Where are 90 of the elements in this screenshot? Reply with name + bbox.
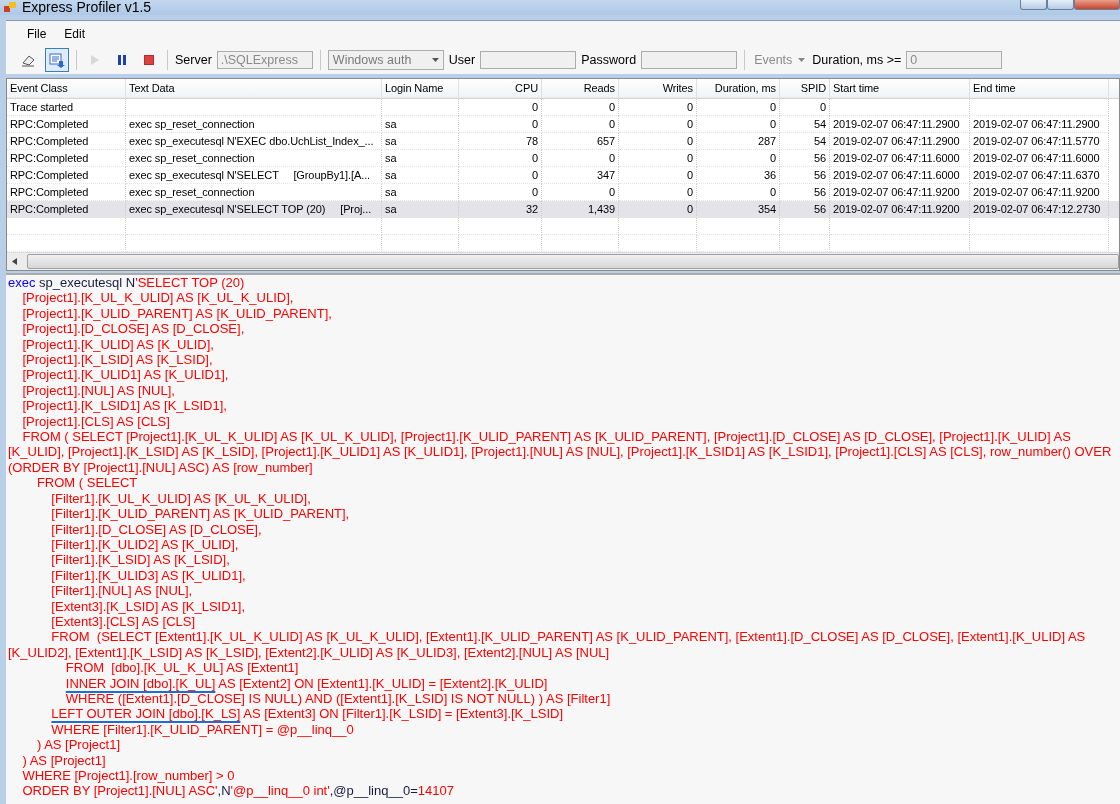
table-cell: 32 (525, 203, 538, 215)
table-cell: 2019-02-07 06:47:11.2900 (833, 135, 960, 147)
column-header[interactable]: Event Class (7, 79, 126, 98)
window-title: Express Profiler v1.5 (22, 0, 152, 15)
column-header[interactable]: SPID (780, 79, 830, 98)
column-header[interactable]: Duration, ms (697, 79, 780, 98)
table-cell: 0 (686, 169, 693, 181)
table-cell: 54 (813, 135, 826, 147)
column-header[interactable]: End time (970, 79, 1109, 98)
sql-code-text: exec sp_executesql N'SELECT TOP (20) [Project1].[K_UL_K_ULID] AS [K_UL_K_ULID], [Project1].[K_ULID_PARENT] AS [K_ULID_PARENT], [Project1].[D_CLOSE] AS [D_CLOSE], [Project1].[K_ULID] AS [K_ULID], [Project1].[K_LSID] AS [K_LSID], [Project1].[K_ULID1] AS [K_ULID1], [Project1].[NUL] AS [NUL], [Project1].[K_LSID1] AS [K_LSID1], [Project1].[CLS] AS [CLS] FROM ( SELECT [Project1].[K_UL_K_ULID] AS [K_UL_K_ULID], [Project1].[K_ULID_PARENT] AS [K_ULID_PARENT], [Project1].[D_CLOSE] AS [D_CLOSE], [Project1].[K_ULID] AS [K_ULID], [Project1].[K_LSID] AS [K_LSID], [Project1].[K_ULID1] AS [K_ULID1], [Project1].[NUL] AS [NUL], [Project1].[K_LSID1] AS [K_LSID1], [Project1].[CLS] AS [CLS], row_number() OVER (ORDER BY [Project1].[NUL] ASC) AS [row_number] FROM ( SELECT [Filter1].[K_UL_K_ULID] AS [K_UL_K_ULID], [Filter1].[K_ULID_PARENT] AS [K_ULID_PARENT], [Filter1].[D_CLOSE] AS [D_CLOSE], [Filter1].[K_ULID2] AS [K_ULID], [Filter1].[K_LSID] AS [K_LSID], [Filter1].[K_ULID3] AS [K_ULID1], [Filter1].[NUL] AS [NUL], [Extent3].[K_LSID] AS [K_LSID1], [Extent3].[CLS] AS [CLS] FROM (SELECT [Extent1].[K_UL_K_ULID] AS [K_UL_K_ULID], [Extent1].[K_ULID_PARENT] AS [K_ULID_PARENT], [Extent1].[D_CLOSE] AS [D_CLOSE], [Extent1].[K_ULID] AS [K_ULID2], [Extent1].[K_LSID] AS [K_LSID], [Extent2].[K_ULID] AS [K_ULID3], [Extent2].[NUL] AS [NUL] FROM [dbo].[K_UL_K_UL] AS [Extent1] INNER JOIN [dbo].[K_UL] AS [Extent2] ON [Extent1].[K_ULID] = [Extent2].[K_ULID] WHERE ([Extent1].[D_CLOSE] IS NULL) AND ([Extent1].[K_LSID] IS NOT NULL) ) AS [Filter1] LEFT OUTER JOIN [dbo].[K_LS] AS [Extent3] ON [Filter1].[K_LSID] = [Extent3].[K_LSID] WHERE [Filter1].[K_ULID_PARENT] = @p__linq__0 ) AS [Project1] ) AS [Project1] WHERE [Project1].[row_number] > 0 ORDER BY [Project1].[NUL] ASC',N'@p__linq__0 int',@p__linq__0=14107 (7, 275, 1112, 799)
table-cell: 0 (686, 203, 693, 215)
table-cell: 0 (686, 186, 693, 198)
table-cell: exec sp_executesql N'SELECT TOP (20) [Proj... (129, 203, 372, 215)
table-cell: 0 (686, 135, 693, 147)
table-cell: 0 (608, 186, 615, 198)
table-cell: 78 (525, 135, 538, 147)
table-row[interactable]: Trace started 0 0 0 0 0 (7, 99, 1119, 116)
table-cell: 0 (769, 101, 776, 113)
table-cell: 2019-02-07 06:47:11.9200 (833, 186, 960, 198)
table-cell: sa (385, 169, 397, 181)
table-row[interactable]: RPC:Completed exec sp_reset_connection sa 0 0 0 0 54 2019-02-07 06:47:11.2900 2019-02-07 06:47:11.2900 (7, 116, 1119, 133)
table-cell: 2019-02-07 06:47:11.9200 (973, 186, 1100, 198)
table-cell: 0 (608, 101, 615, 113)
table-cell: 0 (531, 152, 538, 164)
column-header[interactable]: CPU (459, 79, 542, 98)
table-cell: 2019-02-07 06:47:11.9200 (833, 203, 960, 215)
table-cell: 0 (531, 101, 538, 113)
table-cell: 2019-02-07 06:47:11.6000 (833, 169, 960, 181)
table-cell: 0 (608, 152, 615, 164)
table-cell: 2019-02-07 06:47:11.2900 (833, 118, 960, 130)
table-cell: Trace started (10, 101, 74, 113)
table-cell: RPC:Completed (10, 203, 89, 215)
table-row[interactable]: RPC:Completed exec sp_executesql N'SELECT [GroupBy1].[A... sa 0 347 0 36 56 2019-02-07 06:47:11.6000 2019-02-07 06:47:11.6370 (7, 167, 1119, 184)
table-cell: 2019-02-07 06:47:12.2730 (973, 203, 1101, 215)
column-header[interactable]: Login Name (382, 79, 459, 98)
table-cell: 56 (813, 203, 826, 215)
table-cell: 0 (769, 152, 776, 164)
table-cell: 0 (531, 169, 538, 181)
table-cell: 54 (813, 118, 826, 130)
table-cell: sa (385, 152, 397, 164)
table-cell: 2019-02-07 06:47:11.6370 (973, 169, 1100, 181)
table-cell: RPC:Completed (10, 186, 89, 198)
menu-item[interactable]: File (20, 24, 54, 43)
table-cell: 0 (531, 118, 538, 130)
table-cell: 354 (757, 203, 776, 215)
column-header[interactable]: Reads (542, 79, 619, 98)
table-row[interactable]: RPC:Completed exec sp_executesql N'EXEC dbo.UchList_Index_... sa 78 657 0 287 54 2019-02-07 06:47:11.2900 2019-02-07 06:47:11.5770 (7, 133, 1119, 150)
table-cell: 2019-02-07 06:47:11.6000 (973, 152, 1100, 164)
table-cell: 287 (757, 135, 776, 147)
table-cell: exec sp_executesql N'SELECT [GroupBy1].[A... (129, 169, 371, 181)
table-cell: RPC:Completed (10, 152, 89, 164)
table-cell: RPC:Completed (10, 169, 89, 181)
table-cell: 0 (769, 186, 776, 198)
column-header[interactable]: Start time (830, 79, 970, 98)
table-cell: 56 (813, 186, 826, 198)
table-cell: 0 (686, 118, 693, 130)
table-cell: exec sp_executesql N'EXEC dbo.UchList_Index_... (129, 135, 374, 147)
table-cell: sa (385, 118, 397, 130)
table-cell: 0 (819, 101, 826, 113)
table-row[interactable]: RPC:Completed exec sp_executesql N'SELECT TOP (20) [Proj... sa 32 1,439 0 354 56 2019-02-07 06:47:11.9200 2019-02-07 06:47:12.2730 (7, 201, 1119, 218)
table-cell: RPC:Completed (10, 118, 89, 130)
table-cell: exec sp_reset_connection (129, 118, 255, 130)
field-label: Duration, ms >= (812, 53, 902, 67)
table-cell: 2019-02-07 06:47:11.5770 (973, 135, 1100, 147)
table-cell: sa (385, 186, 397, 198)
table-cell: 1,439 (587, 203, 615, 215)
table-cell: 347 (596, 169, 615, 181)
field-label: User (448, 53, 476, 67)
table-cell: 657 (596, 135, 615, 147)
column-header[interactable]: Writes (619, 79, 697, 98)
table-cell: 0 (608, 118, 615, 130)
table-cell: RPC:Completed (10, 135, 89, 147)
table-cell: exec sp_reset_connection (129, 152, 255, 164)
table-cell: 56 (813, 169, 826, 181)
field-label: Server (175, 53, 212, 67)
menu-item[interactable]: Edit (57, 24, 93, 43)
table-cell: sa (385, 135, 397, 147)
table-cell: 36 (763, 169, 776, 181)
table-row[interactable]: RPC:Completed exec sp_reset_connection sa 0 0 0 0 56 2019-02-07 06:47:11.6000 2019-02-07 06:47:11.6000 (7, 150, 1119, 167)
column-header[interactable]: Text Data (126, 79, 382, 98)
table-cell: 0 (686, 101, 693, 113)
table-cell: 0 (531, 186, 538, 198)
table-cell: sa (385, 203, 397, 215)
table-cell: 0 (686, 152, 693, 164)
table-cell: 2019-02-07 06:47:11.6000 (833, 152, 960, 164)
field-label: Password (581, 53, 637, 67)
table-cell: 2019-02-07 06:47:11.2900 (973, 118, 1100, 130)
table-cell: exec sp_reset_connection (129, 186, 255, 198)
table-cell: 0 (769, 118, 776, 130)
table-cell: 56 (813, 152, 826, 164)
